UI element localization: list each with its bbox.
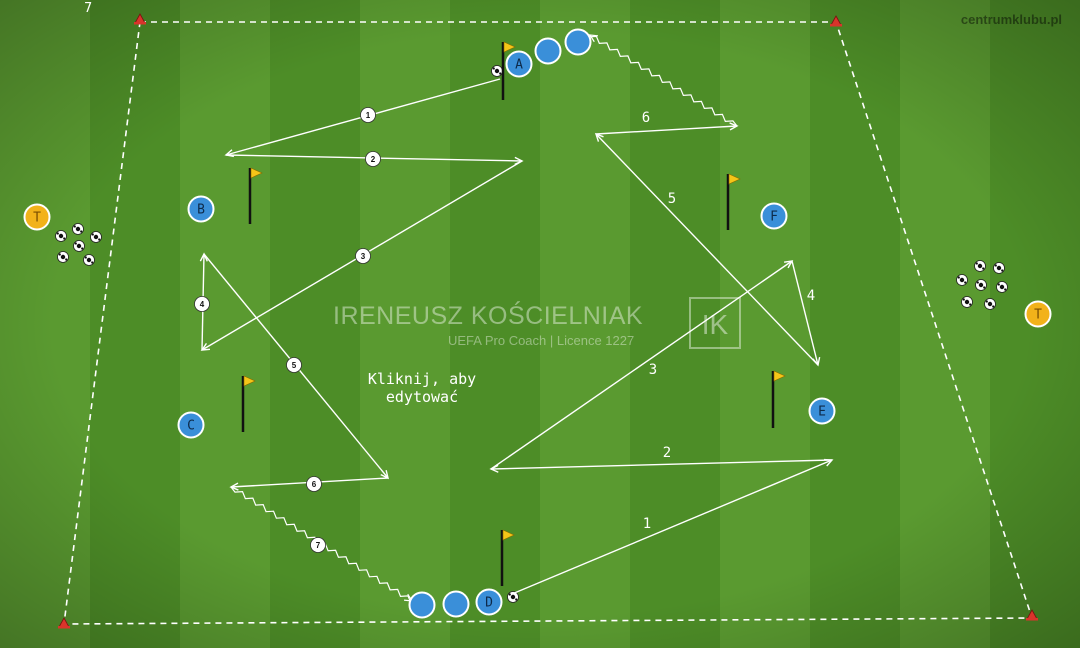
- ball-icon: [90, 231, 102, 243]
- player-marker-icon: [564, 28, 592, 56]
- watermark-name: IRENEUSZ KOŚCIELNIAK: [333, 302, 644, 330]
- move-label-text: 6: [642, 110, 650, 126]
- ball-icon: [956, 274, 968, 286]
- player-marker-icon: E: [808, 397, 836, 425]
- move-label-badge: 2: [365, 151, 381, 167]
- move-label-text: 1: [643, 516, 651, 532]
- ball-icon: [975, 279, 987, 291]
- move-label-text: 2: [371, 155, 376, 164]
- move-label-badge: 1: [360, 107, 376, 123]
- move-label-text: 5: [668, 191, 676, 207]
- player-label: A: [515, 58, 523, 73]
- player-label: T: [33, 211, 41, 226]
- player-label: C: [187, 419, 195, 434]
- player-label: T: [1034, 308, 1042, 323]
- ball-icon: [961, 296, 973, 308]
- player-label: B: [197, 203, 205, 218]
- move-label-badge: 7: [310, 537, 326, 553]
- ball-icon: [996, 281, 1008, 293]
- ball-icon: [83, 254, 95, 266]
- player-marker-icon: [534, 37, 562, 65]
- site-label[interactable]: centrumklubu.pl: [961, 12, 1062, 27]
- move-label-text: 5: [292, 361, 297, 370]
- player-marker-icon: D: [475, 588, 503, 616]
- player-marker-icon: A: [505, 50, 533, 78]
- ball-icon: [55, 230, 67, 242]
- move-label-badge: 6: [306, 476, 322, 492]
- edit-hint[interactable]: Kliknij, aby edytować: [352, 370, 492, 406]
- ball-icon: [491, 65, 503, 77]
- player-label: F: [770, 210, 778, 225]
- player-marker-icon: B: [187, 195, 215, 223]
- player-marker-icon: C: [177, 411, 205, 439]
- ball-icon: [57, 251, 69, 263]
- ball-icon: [73, 240, 85, 252]
- move-label-text: 3: [649, 362, 657, 378]
- move-label-text: 4: [200, 300, 205, 309]
- player-label: D: [485, 596, 493, 611]
- player-label: E: [818, 405, 826, 420]
- move-label-text: 2: [663, 445, 671, 461]
- move-label-text: 6: [312, 480, 317, 489]
- ball-icon: [974, 260, 986, 272]
- move-label-text: 4: [807, 288, 815, 304]
- ball-icon: [984, 298, 996, 310]
- player-marker-icon: T: [1024, 300, 1052, 328]
- move-label-text: 1: [366, 111, 371, 120]
- watermark-logo-icon: IK: [689, 297, 741, 349]
- watermark-subtitle: UEFA Pro Coach | Licence 1227: [448, 333, 635, 348]
- player-marker-icon: F: [760, 202, 788, 230]
- move-label-badge: 4: [194, 296, 210, 312]
- player-marker-icon: T: [23, 203, 51, 231]
- drill-diagram: 1 2 3 4 5 6 7 1 2 3 4 5 6 A B C D E F T T centrumklubu.pl 7…: [0, 0, 1080, 648]
- move-label-badge: 3: [355, 248, 371, 264]
- player-marker-icon: [442, 590, 470, 618]
- watermark-logo-text: IK: [702, 309, 729, 340]
- move-label-text: 3: [361, 252, 366, 261]
- move-label-badge: 5: [286, 357, 302, 373]
- corner-number: 7: [84, 1, 93, 16]
- ball-icon: [72, 223, 84, 235]
- player-marker-icon: [408, 591, 436, 619]
- ball-icon: [993, 262, 1005, 274]
- move-label-text: 7: [316, 541, 321, 550]
